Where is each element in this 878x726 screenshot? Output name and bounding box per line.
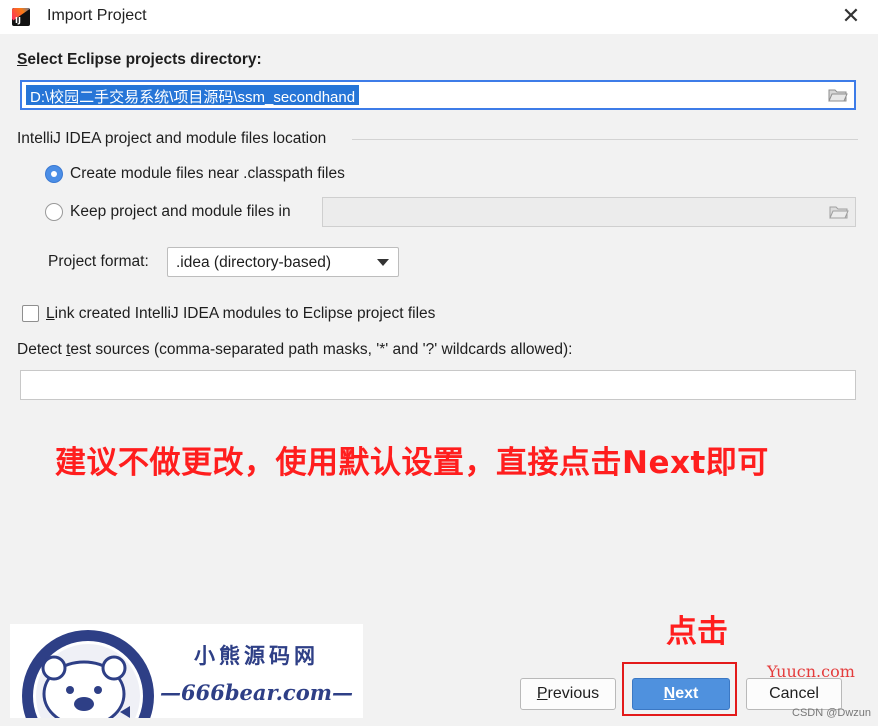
- link-modules-checkbox[interactable]: [22, 305, 39, 322]
- annotation-instruction: 建议不做更改，使用默认设置，直接点击Next即可: [55, 445, 769, 481]
- test-sources-label-pre: Detect: [17, 341, 67, 358]
- previous-button[interactable]: Previous: [520, 678, 616, 710]
- logo-title: 小熊源码网: [194, 643, 319, 668]
- author-watermark: CSDN @Dwzun: [792, 707, 872, 719]
- project-format-value: .idea (directory-based): [176, 254, 332, 271]
- radio-near-classpath-label[interactable]: Create module files near .classpath file…: [70, 165, 345, 183]
- eclipse-dir-value: D:\校园二手交易系统\项目源码\ssm_secondhand: [26, 85, 360, 106]
- intellij-app-icon: IJ: [12, 8, 30, 26]
- logo-domain: —666bear.com—: [160, 680, 353, 705]
- group-divider: [352, 139, 858, 140]
- next-highlight-box: [622, 662, 737, 716]
- keep-in-path-input: [322, 197, 856, 227]
- project-format-label: Project format:: [48, 253, 149, 270]
- site-watermark: Yuucn.com: [767, 662, 855, 681]
- bear-logo-icon: [22, 630, 154, 718]
- link-modules-label[interactable]: Link created IntelliJ IDEA modules to Ec…: [46, 305, 435, 323]
- location-group-title: IntelliJ IDEA project and module files l…: [17, 130, 327, 147]
- previous-mnemonic: P: [536, 685, 548, 702]
- previous-button-label: revious: [547, 685, 600, 702]
- chevron-down-icon: [377, 259, 389, 266]
- radio-keep-in-label[interactable]: Keep project and module files in: [70, 203, 291, 221]
- radio-keep-in[interactable]: [45, 203, 63, 221]
- annotation-click-hint: 点击: [666, 614, 728, 650]
- test-sources-input[interactable]: [20, 370, 856, 400]
- link-modules-mnemonic: L: [46, 305, 55, 322]
- radio-near-classpath[interactable]: [45, 165, 63, 183]
- close-icon[interactable]: ✕: [838, 4, 864, 30]
- browse-folder-icon-disabled: [829, 206, 849, 219]
- window-title: Import Project: [47, 7, 147, 24]
- eclipse-dir-label-text: elect Eclipse projects directory:: [27, 51, 262, 68]
- browse-folder-icon[interactable]: [828, 88, 848, 102]
- test-sources-label-post: est sources (comma-separated path masks,…: [70, 341, 573, 358]
- link-modules-label-text: ink created IntelliJ IDEA modules to Ecl…: [54, 305, 436, 322]
- cancel-button[interactable]: Cancel: [746, 678, 842, 710]
- eclipse-dir-label: Select Eclipse projects directory:: [17, 51, 262, 69]
- test-sources-label: Detect test sources (comma-separated pat…: [17, 341, 572, 359]
- project-format-select[interactable]: .idea (directory-based): [167, 247, 399, 277]
- site-logo: 小熊源码网 —666bear.com—: [10, 624, 363, 718]
- eclipse-dir-mnemonic: S: [17, 51, 28, 68]
- eclipse-dir-input[interactable]: D:\校园二手交易系统\项目源码\ssm_secondhand: [20, 80, 856, 110]
